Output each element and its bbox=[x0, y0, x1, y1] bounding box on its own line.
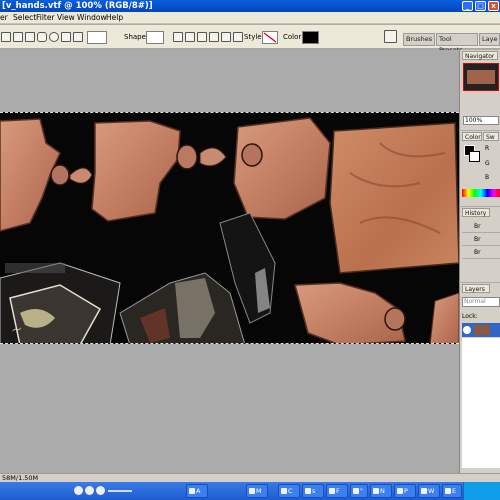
maximize-button[interactable]: □ bbox=[475, 1, 486, 11]
menu-help[interactable]: Help bbox=[106, 13, 123, 22]
navigator-panel: Navigator 100% bbox=[459, 50, 500, 130]
shape-label: Shape: bbox=[124, 33, 149, 41]
history-item-label: Br bbox=[474, 236, 481, 243]
pen-tool-icon[interactable] bbox=[1, 32, 11, 42]
taskbar-item[interactable]: " bbox=[350, 484, 368, 498]
minimize-button[interactable]: _ bbox=[462, 1, 473, 11]
taskbar-item[interactable]: A bbox=[186, 484, 208, 498]
tab-tool-presets[interactable]: Tool Presets bbox=[436, 33, 478, 54]
history-panel: History Br Br Br bbox=[459, 207, 500, 282]
menu-bar: er Select Filter View Window Help bbox=[0, 12, 500, 24]
background-color-swatch[interactable] bbox=[469, 151, 480, 162]
taskbar-item[interactable]: F bbox=[326, 484, 348, 498]
style-picker[interactable] bbox=[262, 31, 278, 44]
history-item[interactable]: Br bbox=[462, 221, 500, 233]
path-tool-icon[interactable] bbox=[13, 32, 23, 42]
rectangle-tool-icon[interactable] bbox=[25, 32, 35, 42]
color-swatch[interactable] bbox=[302, 31, 319, 44]
color-panel: Color Sw R G B bbox=[459, 131, 500, 206]
history-item[interactable]: Br bbox=[462, 247, 500, 259]
add-mode-icon[interactable] bbox=[185, 32, 195, 42]
line-tool-icon[interactable] bbox=[73, 32, 83, 42]
link-icon[interactable] bbox=[233, 32, 243, 42]
navigator-preview bbox=[467, 70, 495, 84]
subtract-mode-icon[interactable] bbox=[197, 32, 207, 42]
system-tray bbox=[463, 482, 500, 500]
intersect-mode-icon[interactable] bbox=[209, 32, 219, 42]
channel-r-label: R bbox=[485, 145, 490, 152]
rounded-rectangle-tool-icon[interactable] bbox=[37, 32, 47, 42]
close-button[interactable]: x bbox=[488, 1, 499, 11]
layers-panel: Layers Normal Lock: bbox=[459, 283, 500, 473]
tab-layers[interactable]: Layers bbox=[462, 284, 490, 293]
volume-slider[interactable] bbox=[108, 490, 132, 492]
menu-filter[interactable]: Filter bbox=[36, 13, 55, 22]
tab-history[interactable]: History bbox=[462, 208, 490, 217]
layers-list bbox=[462, 338, 500, 468]
exclude-mode-icon[interactable] bbox=[221, 32, 231, 42]
taskbar-item[interactable]: W bbox=[418, 484, 440, 498]
color-label: Color: bbox=[283, 33, 304, 41]
ellipse-tool-icon[interactable] bbox=[49, 32, 59, 42]
texture-image: ~ bbox=[0, 113, 459, 343]
taskbar-item[interactable]: N bbox=[370, 484, 392, 498]
title-bar: [v_hands.vtf @ 100% (RGB/8#)] _ □ x bbox=[0, 0, 500, 12]
play-icon[interactable] bbox=[74, 486, 83, 495]
menu-layer[interactable]: er bbox=[0, 13, 8, 22]
shape-picker[interactable] bbox=[146, 31, 164, 44]
menu-view[interactable]: View bbox=[57, 13, 75, 22]
style-label: Style: bbox=[244, 33, 264, 41]
polygon-tool-icon[interactable] bbox=[61, 32, 71, 42]
taskbar-item[interactable]: E bbox=[442, 484, 462, 498]
zoom-field[interactable]: 100% bbox=[463, 116, 499, 125]
media-controls bbox=[74, 486, 132, 496]
color-ramp[interactable] bbox=[462, 189, 500, 197]
navigator-thumbnail[interactable] bbox=[463, 63, 499, 91]
document-canvas[interactable]: ~ bbox=[0, 112, 459, 344]
history-item-label: Br bbox=[474, 249, 481, 256]
history-item[interactable]: Br bbox=[462, 234, 500, 246]
taskbar-item[interactable]: s bbox=[302, 484, 324, 498]
channel-b-label: B bbox=[485, 174, 490, 181]
tab-color[interactable]: Color bbox=[462, 132, 482, 141]
status-bar: 58M/1.50M bbox=[0, 473, 500, 482]
taskbar-item[interactable]: C bbox=[278, 484, 300, 498]
taskbar-item[interactable]: M bbox=[246, 484, 268, 498]
tab-layer-comps[interactable]: Laye bbox=[479, 33, 500, 46]
menu-select[interactable]: Select bbox=[13, 13, 36, 22]
new-layer-mode-icon[interactable] bbox=[173, 32, 183, 42]
palette-well-icon[interactable] bbox=[384, 30, 397, 43]
tab-navigator[interactable]: Navigator bbox=[462, 51, 498, 60]
tab-swatches[interactable]: Sw bbox=[483, 132, 499, 141]
stop-icon[interactable] bbox=[85, 486, 94, 495]
layer-row[interactable] bbox=[462, 323, 500, 337]
menu-window[interactable]: Window bbox=[77, 13, 107, 22]
palette-dock: Brushes Tool Presets Laye bbox=[400, 33, 500, 54]
eye-icon[interactable] bbox=[463, 326, 471, 334]
custom-shape-dropdown[interactable] bbox=[87, 31, 107, 44]
layer-thumbnail bbox=[474, 325, 490, 335]
window-title: [v_hands.vtf @ 100% (RGB/8#)] bbox=[2, 1, 153, 11]
taskbar-item[interactable]: P bbox=[394, 484, 416, 498]
lock-label: Lock: bbox=[462, 313, 478, 320]
no-style-icon bbox=[263, 32, 277, 43]
document-workspace: ~ bbox=[0, 50, 459, 473]
tab-brushes[interactable]: Brushes bbox=[403, 33, 435, 46]
channel-g-label: G bbox=[485, 160, 490, 167]
blend-mode-select[interactable]: Normal bbox=[462, 297, 500, 307]
windows-taskbar: A M C s F " N P W E bbox=[0, 482, 500, 500]
next-icon[interactable] bbox=[96, 486, 105, 495]
history-item-label: Br bbox=[474, 223, 481, 230]
